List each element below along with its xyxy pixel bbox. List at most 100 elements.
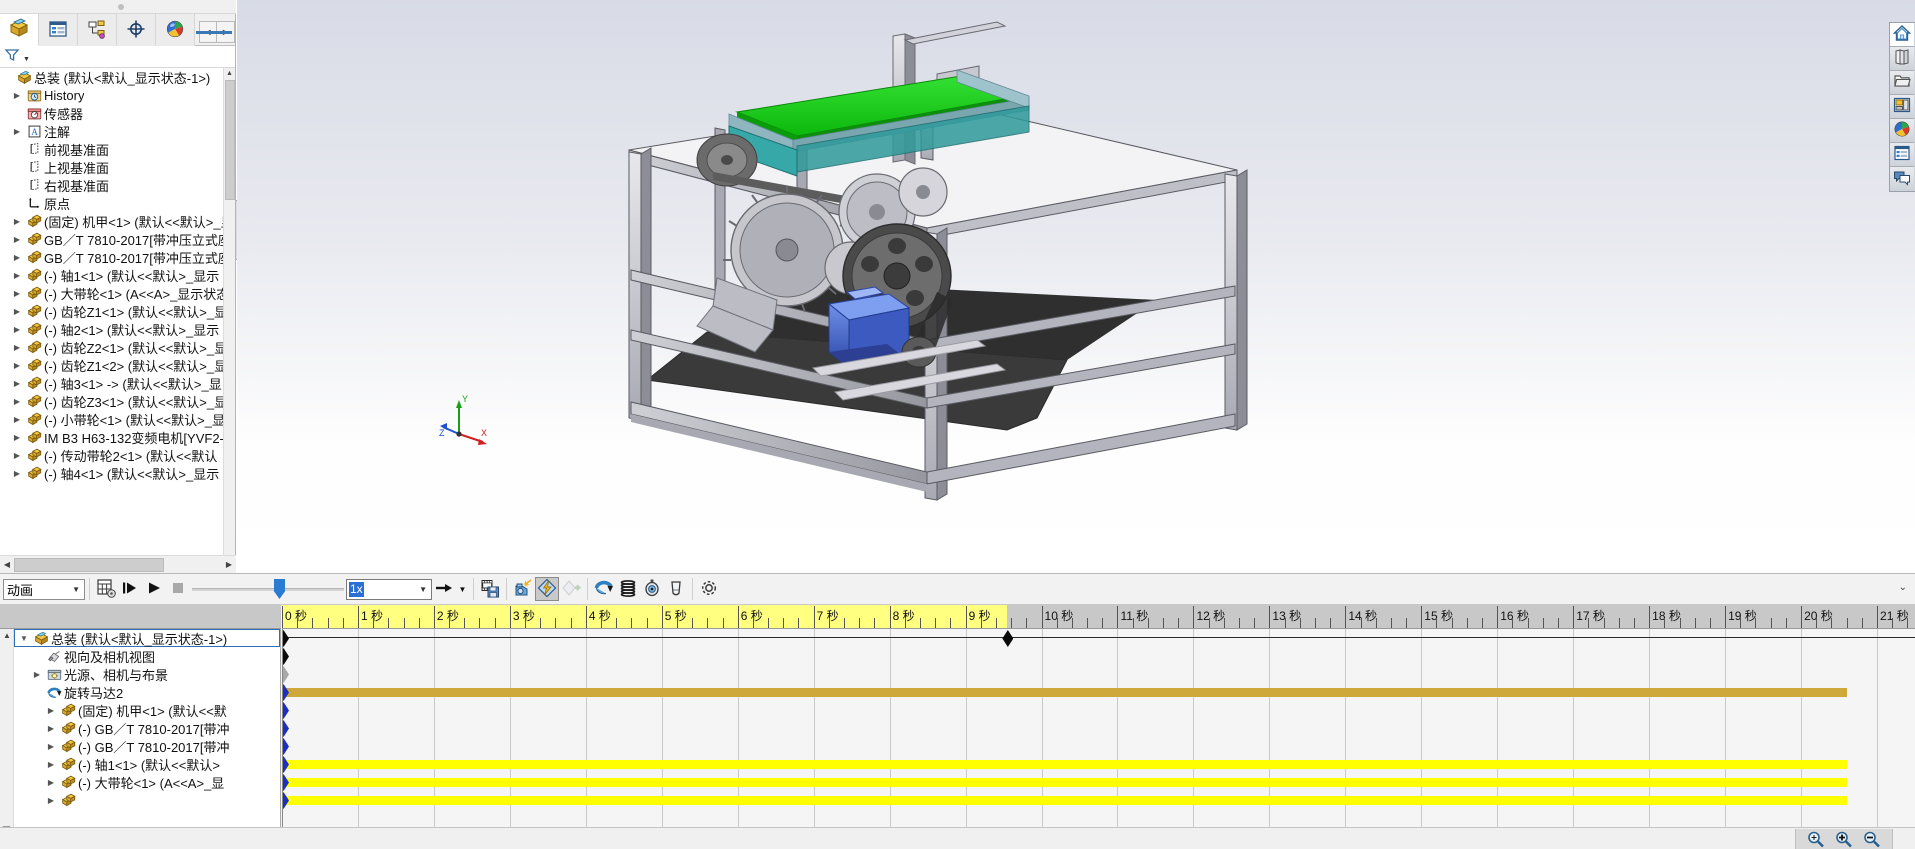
feature-tree[interactable]: ▶ 总装 (默认<默认_显示状态-1>)▶ History▶ 传感器▶ A注解▶…	[0, 68, 223, 555]
timeline-grid[interactable]	[282, 629, 1915, 849]
keyframe-marker[interactable]	[282, 756, 289, 773]
timeline-tree[interactable]: ▲ ▼ 总装 (默认<默认_显示状态-1>) 视向及相机视图 ▶ 光源、相机与布景…	[0, 605, 281, 849]
auto-key-button[interactable]	[535, 577, 559, 601]
tree-item[interactable]: ▶ History	[0, 86, 223, 104]
add-update-key-button[interactable]	[559, 577, 583, 601]
task-pane-file-explorer[interactable]	[1890, 71, 1914, 95]
timeline-row[interactable]: ▶	[14, 791, 280, 809]
chevron-right-icon[interactable]: ▶	[44, 796, 58, 805]
configuration-manager-tab[interactable]	[78, 14, 117, 46]
chevron-right-icon[interactable]: ▶	[10, 253, 24, 262]
tree-scroll-left-button[interactable]: ◀	[0, 557, 14, 573]
calculate-button[interactable]	[94, 577, 118, 601]
tree-item[interactable]: ▶ 传感器	[0, 104, 223, 122]
timeline-row[interactable]: ▶ (-) 轴1<1> (默认<<默认>	[14, 755, 280, 773]
tree-item[interactable]: ▶ (-) 齿轮Z2<1> (默认<<默认>_显	[0, 338, 223, 356]
tree-item[interactable]: ▶ 原点	[0, 194, 223, 212]
chevron-right-icon[interactable]: ▶	[10, 217, 24, 226]
animation-wizard-button[interactable]	[511, 577, 535, 601]
chevron-right-icon[interactable]: ▶	[44, 742, 58, 751]
property-manager-tab[interactable]	[39, 14, 78, 46]
chevron-right-icon[interactable]: ▶	[10, 361, 24, 370]
timeline-row[interactable]: ▶ (-) GB／T 7810-2017[带冲	[14, 737, 280, 755]
filter-dropdown-arrow[interactable]: ▼	[23, 56, 30, 63]
task-pane-home[interactable]	[1890, 23, 1914, 47]
playback-mode-button[interactable]	[432, 577, 456, 601]
tree-item[interactable]: ▶ (-) 齿轮Z3<1> (默认<<默认>_显	[0, 392, 223, 410]
feature-tree-vscrollbar[interactable]: ▲	[223, 68, 235, 555]
filter-icon[interactable]	[4, 47, 22, 66]
tree-hscroll-thumb[interactable]	[14, 557, 164, 572]
slider-thumb[interactable]	[274, 579, 285, 599]
zoom-out-button[interactable]	[1858, 830, 1886, 848]
chevron-down-icon[interactable]: ▼	[17, 634, 31, 643]
timeline-playhead[interactable]	[282, 629, 283, 849]
feature-tree-hscrollbar[interactable]: ◀ ▶	[0, 555, 236, 573]
chevron-right-icon[interactable]: ▶	[10, 289, 24, 298]
graphics-viewport[interactable]: Y X Z	[237, 0, 1915, 573]
stop-button[interactable]	[166, 577, 190, 601]
keyframe-marker[interactable]	[282, 702, 289, 719]
keyframe-marker[interactable]	[282, 792, 289, 809]
playback-speed-combo[interactable]: 1x ▼	[346, 578, 432, 600]
chevron-right-icon[interactable]: ▶	[10, 397, 24, 406]
motion-study-type-select[interactable]: 动画 ▼	[3, 578, 85, 600]
chevron-right-icon[interactable]: ▶	[10, 379, 24, 388]
tree-item[interactable]: ▶ A 注解	[0, 122, 223, 140]
component-track-bar[interactable]	[282, 778, 1848, 787]
keyframe-marker[interactable]	[282, 648, 289, 665]
tree-item[interactable]: ▶ 上视基准面	[0, 158, 223, 176]
task-pane-design-library[interactable]	[1890, 47, 1914, 71]
tree-item[interactable]: ▶ GB／T 7810-2017[带冲压立式座外	[0, 230, 223, 248]
contact-button[interactable]	[664, 577, 688, 601]
chevron-right-icon[interactable]: ▶	[10, 451, 24, 460]
component-track-bar[interactable]	[282, 796, 1848, 805]
chevron-right-icon[interactable]: ▶	[10, 469, 24, 478]
keyframe-marker[interactable]	[282, 684, 289, 701]
timeline-row[interactable]: ▶ (-) GB／T 7810-2017[带冲	[14, 719, 280, 737]
chevron-right-icon[interactable]: ▶	[10, 307, 24, 316]
task-pane-view-palette[interactable]	[1890, 95, 1914, 119]
tree-item[interactable]: ▶ GB／T 7810-2017[带冲压立式座外	[0, 248, 223, 266]
damper-button[interactable]	[640, 577, 664, 601]
play-from-start-button[interactable]	[118, 577, 142, 601]
chevron-right-icon[interactable]: ▶	[44, 724, 58, 733]
keyframe-marker[interactable]	[282, 630, 289, 647]
zoom-to-fit-button[interactable]	[1802, 830, 1830, 848]
chevron-right-icon[interactable]: ▶	[30, 670, 44, 679]
keyframe-marker-end[interactable]	[1002, 630, 1014, 647]
task-pane-appearances[interactable]	[1890, 119, 1914, 143]
chevron-right-icon[interactable]: ▶	[44, 706, 58, 715]
tree-item[interactable]: ▶ (-) 轴3<1> -> (默认<<默认>_显	[0, 374, 223, 392]
tree-item[interactable]: ▶ (-) 小带轮<1> (默认<<默认>_显	[0, 410, 223, 428]
display-manager-tab[interactable]	[156, 14, 195, 46]
timeline-row[interactable]: 视向及相机视图	[14, 647, 280, 665]
chevron-right-icon[interactable]: ▶	[44, 760, 58, 769]
motor-track-bar[interactable]	[282, 688, 1848, 697]
tree-item[interactable]: ▶ IM B3 H63-132变频电机[YVF2-6	[0, 428, 223, 446]
zoom-in-button[interactable]	[1830, 830, 1858, 848]
tree-item[interactable]: ▶ (-) 轴4<1> (默认<<默认>_显示	[0, 464, 223, 482]
tree-scroll-up-button[interactable]: ▲	[224, 68, 235, 80]
timeline-tracks[interactable]: 0 秒1 秒2 秒3 秒4 秒5 秒6 秒7 秒8 秒9 秒 10 秒 11 秒 12…	[282, 605, 1915, 849]
tree-item[interactable]: ▶ (-) 大带轮<1> (A<<A>_显示状态	[0, 284, 223, 302]
chevron-right-icon[interactable]: ▶	[10, 271, 24, 280]
keyframe-marker[interactable]	[282, 774, 289, 791]
keyframe-marker[interactable]	[282, 720, 289, 737]
chevron-right-icon[interactable]: ▶	[44, 778, 58, 787]
chevron-right-icon[interactable]: ▶	[10, 127, 24, 136]
chevron-right-icon[interactable]: ▶	[10, 91, 24, 100]
tree-item[interactable]: ▶ (-) 齿轮Z1<2> (默认<<默认>_显	[0, 356, 223, 374]
timeline-row[interactable]: 旋转马达2	[14, 683, 280, 701]
motion-study-properties-button[interactable]	[697, 577, 721, 601]
toolbar-collapse-button[interactable]: ⌄	[1899, 582, 1907, 593]
tree-item[interactable]: ▶ 右视基准面	[0, 176, 223, 194]
timeline-row-selected[interactable]: ▼ 总装 (默认<默认_显示状态-1>)	[14, 629, 280, 647]
playback-speed-slider[interactable]	[192, 578, 344, 600]
chevron-right-icon[interactable]: ▶	[10, 325, 24, 334]
chevron-right-icon[interactable]: ▶	[10, 433, 24, 442]
tree-item[interactable]: ▶ (-) 传动带轮2<1> (默认<<默认	[0, 446, 223, 464]
tree-item[interactable]: ▶ 前视基准面	[0, 140, 223, 158]
tree-vscroll-thumb[interactable]	[225, 80, 235, 200]
dimxpert-manager-tab[interactable]	[117, 14, 156, 46]
